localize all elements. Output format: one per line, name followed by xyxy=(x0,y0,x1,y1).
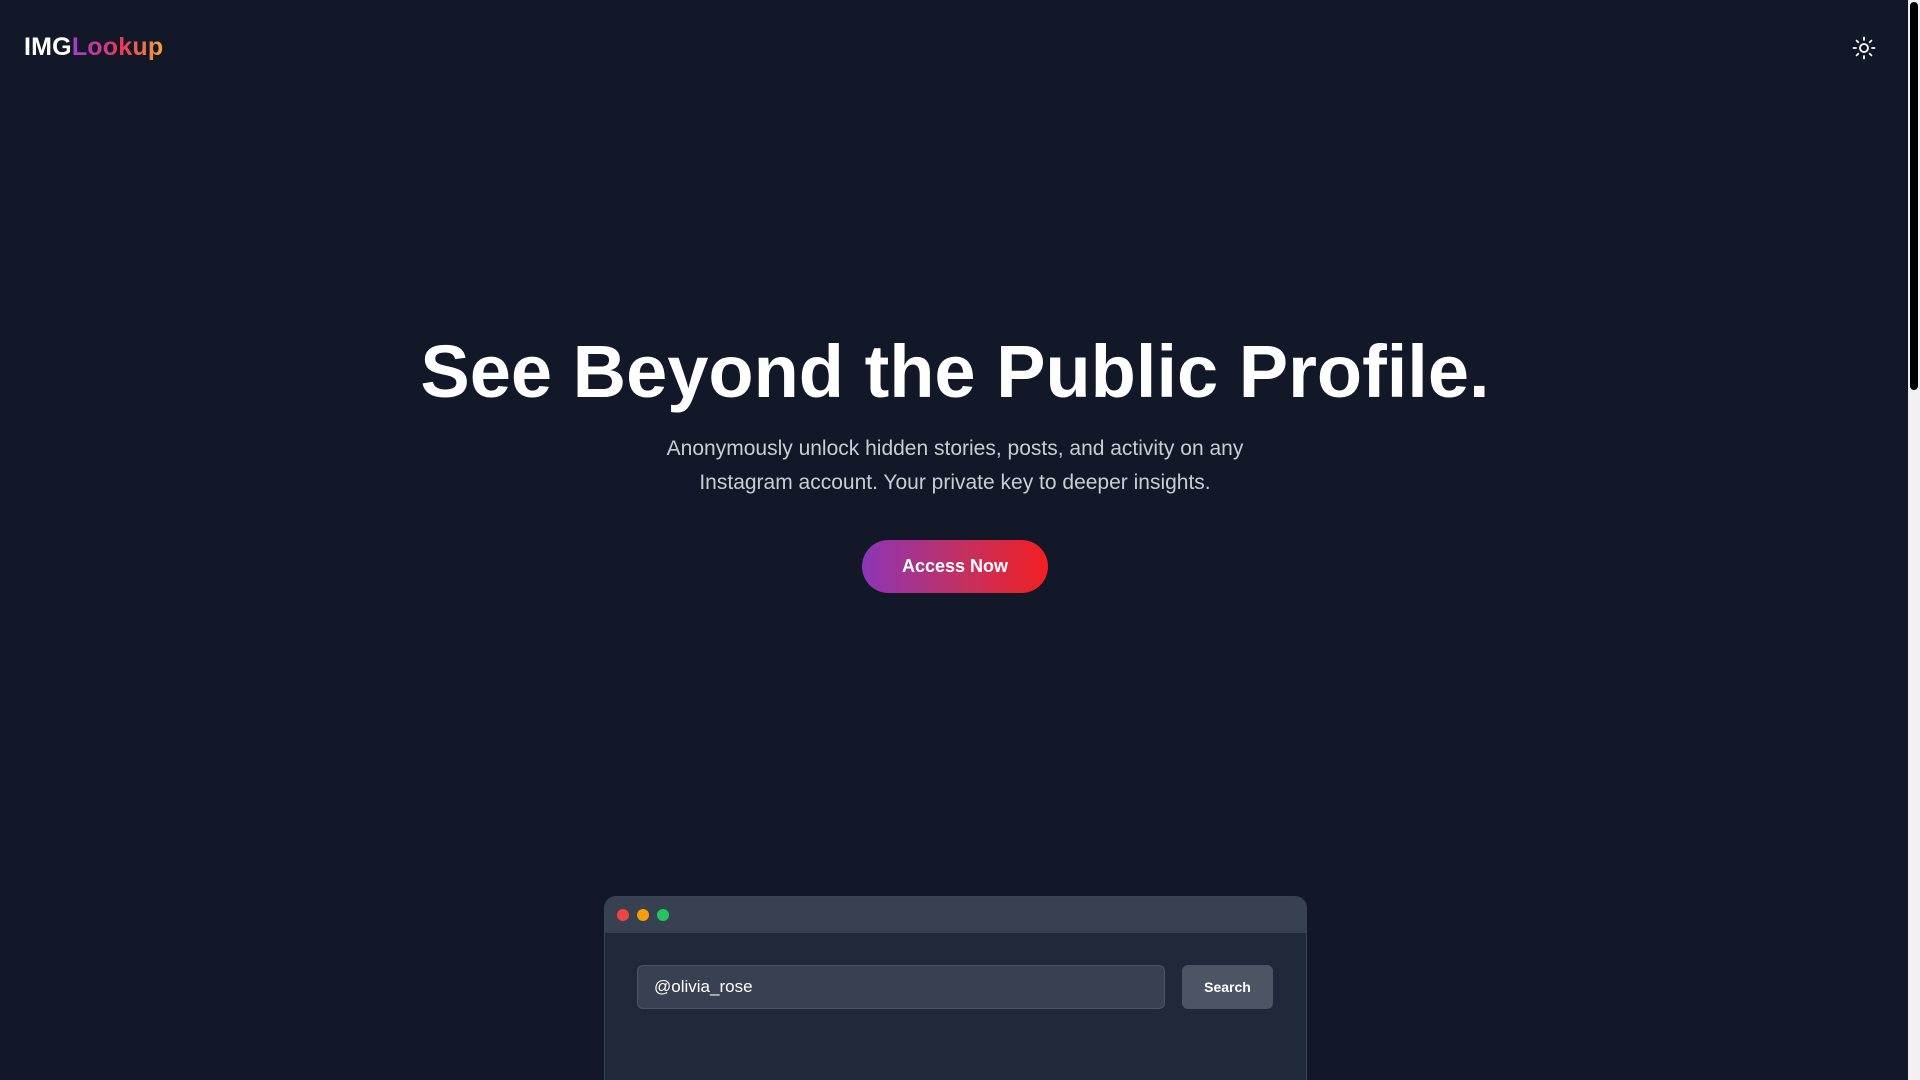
page: IMGLookup See Beyond the Public Profile.… xyxy=(0,0,1920,1080)
username-search-input[interactable] xyxy=(637,965,1165,1009)
theme-toggle-button[interactable] xyxy=(1846,30,1882,66)
sun-icon xyxy=(1852,36,1876,60)
demo-window: Search xyxy=(604,896,1307,1080)
demo-window-titlebar xyxy=(605,897,1306,933)
access-now-button[interactable]: Access Now xyxy=(862,540,1048,593)
window-minimize-dot xyxy=(637,909,649,921)
hero-title: See Beyond the Public Profile. xyxy=(420,330,1490,413)
logo[interactable]: IMGLookup xyxy=(24,30,163,64)
page-scrollbar[interactable] xyxy=(1908,0,1920,1080)
search-button[interactable]: Search xyxy=(1182,965,1273,1009)
hero-subtitle: Anonymously unlock hidden stories, posts… xyxy=(666,437,1244,494)
window-maximize-dot xyxy=(657,909,669,921)
logo-text-img: IMG xyxy=(24,33,72,61)
logo-text-lookup: Lookup xyxy=(71,33,164,61)
window-close-dot xyxy=(617,909,629,921)
scrollbar-thumb[interactable] xyxy=(1910,2,1918,390)
